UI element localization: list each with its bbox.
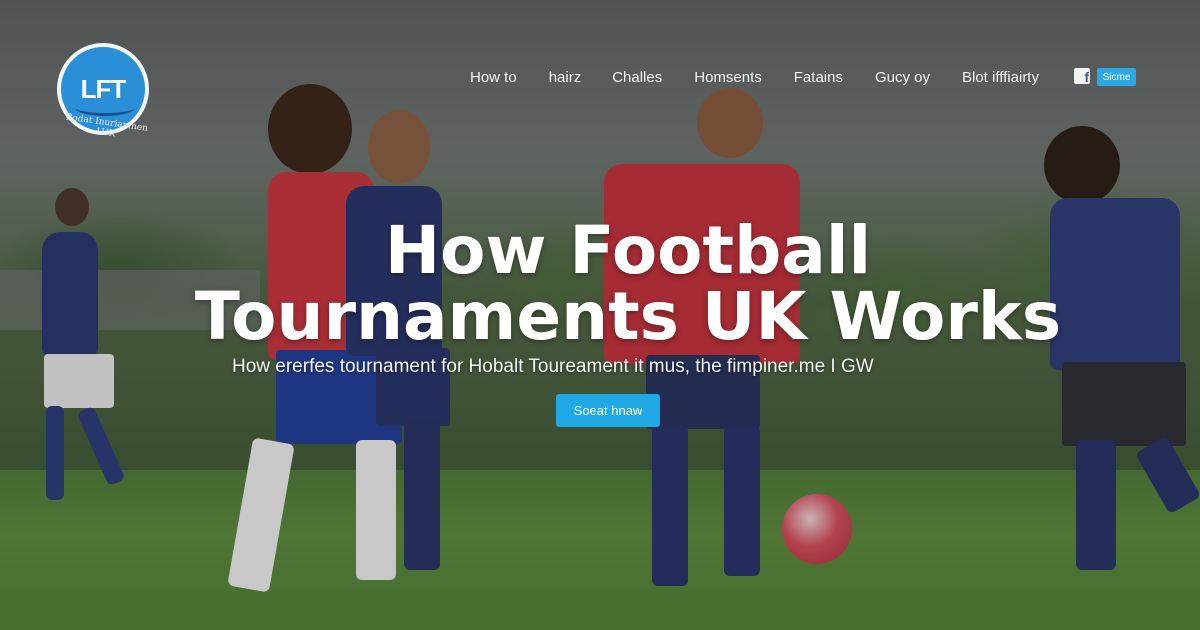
nav-item-blot-iffiairty[interactable]: Blot ifffiairty (962, 69, 1039, 86)
nav-item-how-to[interactable]: How to (470, 69, 517, 86)
hero-subtitle: How ererfes tournament for Hobalt Tourea… (232, 356, 874, 377)
nav-item-homsents[interactable]: Homsents (694, 69, 762, 86)
nav-item-fatains[interactable]: Fatains (794, 69, 843, 86)
title-line-2: Tournaments UK Works (194, 278, 1062, 355)
main-nav: How to hairz Challes Homsents Fatains Gu… (470, 66, 1039, 88)
nav-item-hairz[interactable]: hairz (549, 69, 582, 86)
page-title: How Football Tournaments UK Works (0, 218, 1200, 350)
share-button[interactable]: Sicme (1097, 68, 1136, 86)
hero-banner: LFT Rodat Inuriamnen 1UK How to hairz Ch… (0, 0, 1200, 630)
cta-button[interactable]: Soeat hnaw (556, 394, 660, 427)
title-line-1: How Football (384, 212, 872, 289)
nav-item-challes[interactable]: Challes (612, 69, 662, 86)
facebook-icon[interactable]: f (1074, 68, 1090, 84)
nav-item-gucy-oy[interactable]: Gucy oy (875, 69, 930, 86)
soccer-logo-icon (75, 99, 135, 116)
